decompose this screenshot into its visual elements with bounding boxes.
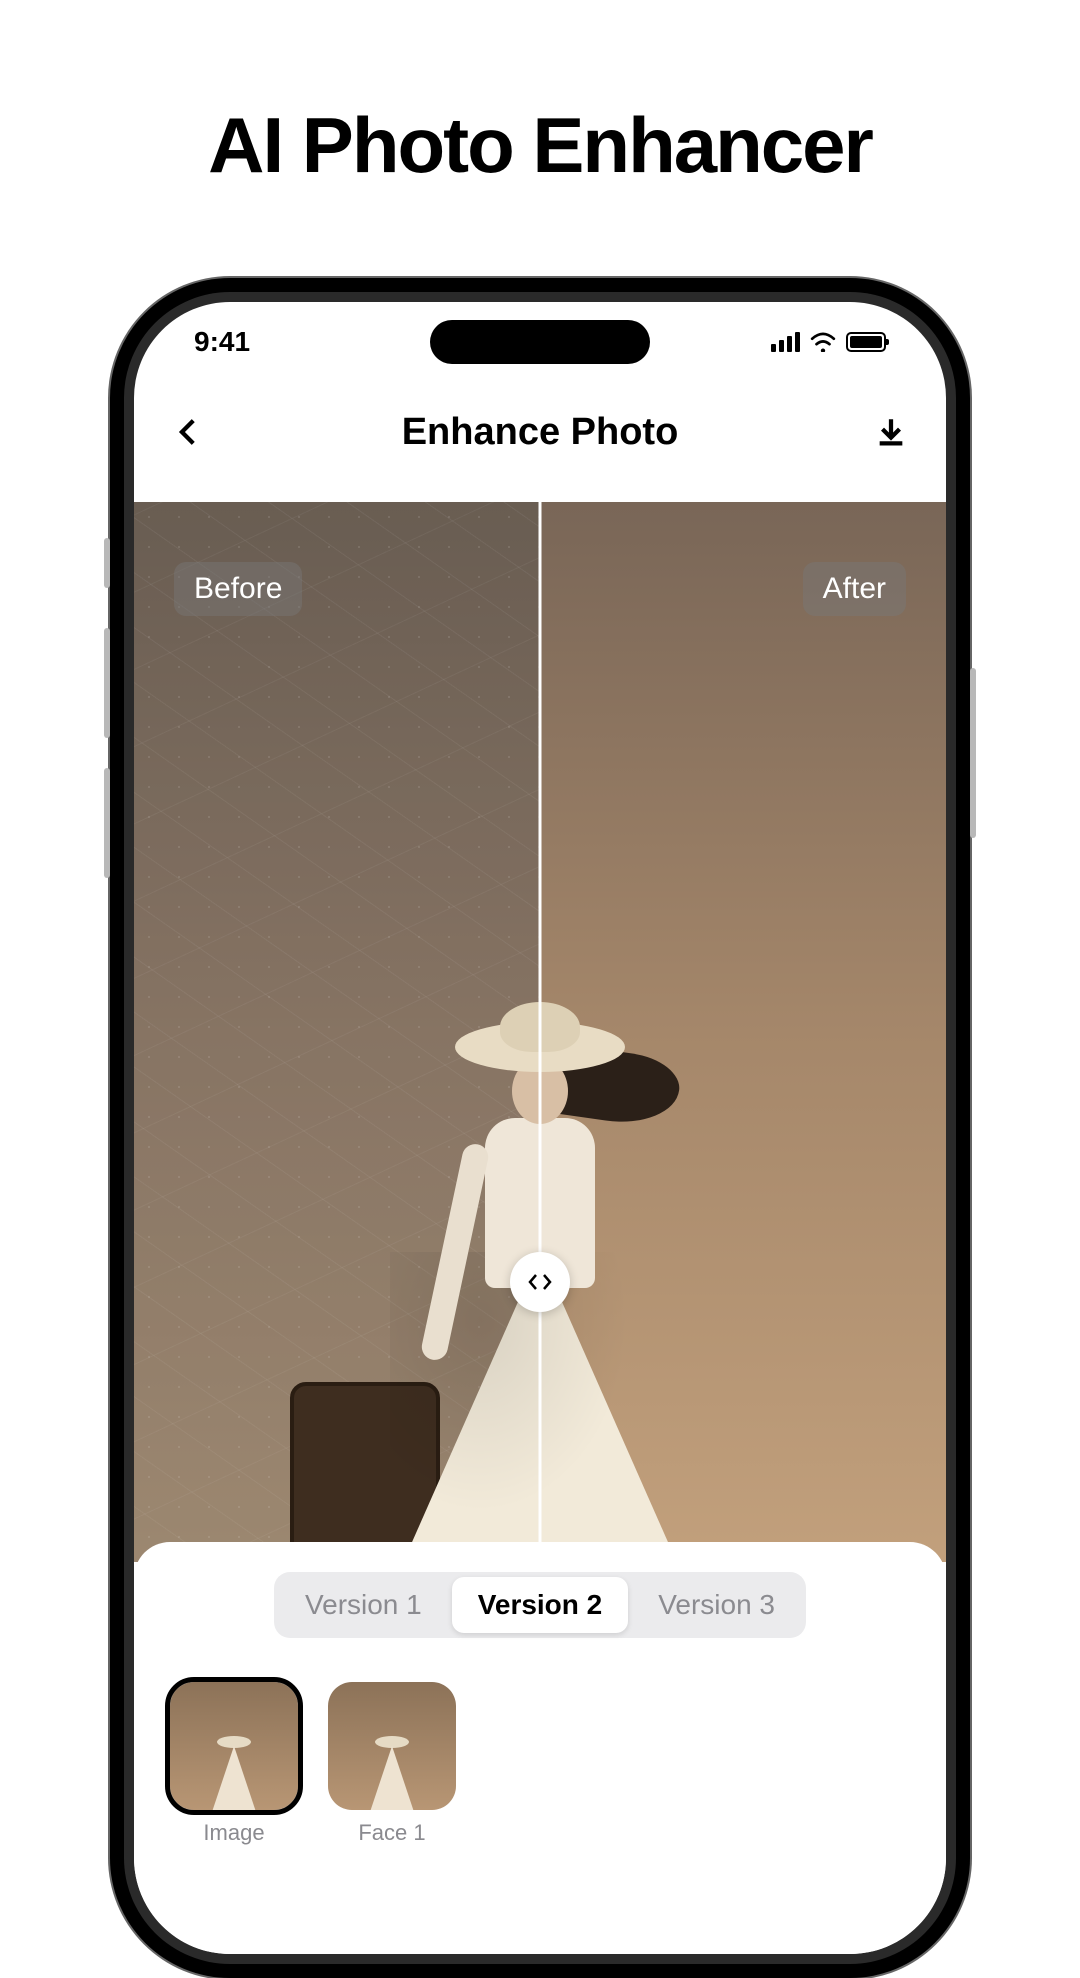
after-badge: After xyxy=(803,562,906,616)
chevron-left-icon xyxy=(172,415,206,449)
thumbnail-label: Face 1 xyxy=(358,1820,425,1846)
thumbnail-image[interactable]: Image xyxy=(170,1682,298,1846)
phone-volume-down xyxy=(104,768,110,878)
thumbnail-preview xyxy=(328,1682,456,1810)
thumbnail-preview xyxy=(170,1682,298,1810)
left-right-chevron-icon xyxy=(526,1272,554,1292)
thumbnail-face-1[interactable]: Face 1 xyxy=(328,1682,456,1846)
nav-header: Enhance Photo xyxy=(134,392,946,472)
back-button[interactable] xyxy=(172,415,206,449)
download-icon xyxy=(874,415,908,449)
page-title: Enhance Photo xyxy=(402,411,679,454)
promo-title: AI Photo Enhancer xyxy=(0,100,1080,191)
thumbnail-row: Image Face 1 xyxy=(164,1682,916,1846)
download-button[interactable] xyxy=(874,415,908,449)
wifi-icon xyxy=(810,332,836,352)
phone-volume-up xyxy=(104,628,110,738)
status-time: 9:41 xyxy=(194,326,250,358)
compare-divider[interactable] xyxy=(539,502,542,1562)
dynamic-island xyxy=(430,320,650,364)
tab-version-3[interactable]: Version 3 xyxy=(632,1577,801,1633)
phone-frame: 9:41 Enhance Photo xyxy=(110,278,970,1978)
tab-version-1[interactable]: Version 1 xyxy=(279,1577,448,1633)
version-tabs: Version 1 Version 2 Version 3 xyxy=(274,1572,806,1638)
before-after-comparison[interactable]: Before After xyxy=(134,502,946,1562)
before-badge: Before xyxy=(174,562,302,616)
phone-power-button xyxy=(970,668,976,838)
thumbnail-label: Image xyxy=(203,1820,264,1846)
phone-screen: 9:41 Enhance Photo xyxy=(134,302,946,1954)
tab-version-2[interactable]: Version 2 xyxy=(452,1577,629,1633)
phone-mute-switch xyxy=(104,538,110,588)
battery-icon xyxy=(846,332,886,352)
bottom-panel: Version 1 Version 2 Version 3 Image Face… xyxy=(134,1542,946,1954)
compare-slider-handle[interactable] xyxy=(510,1252,570,1312)
cellular-signal-icon xyxy=(771,332,800,352)
